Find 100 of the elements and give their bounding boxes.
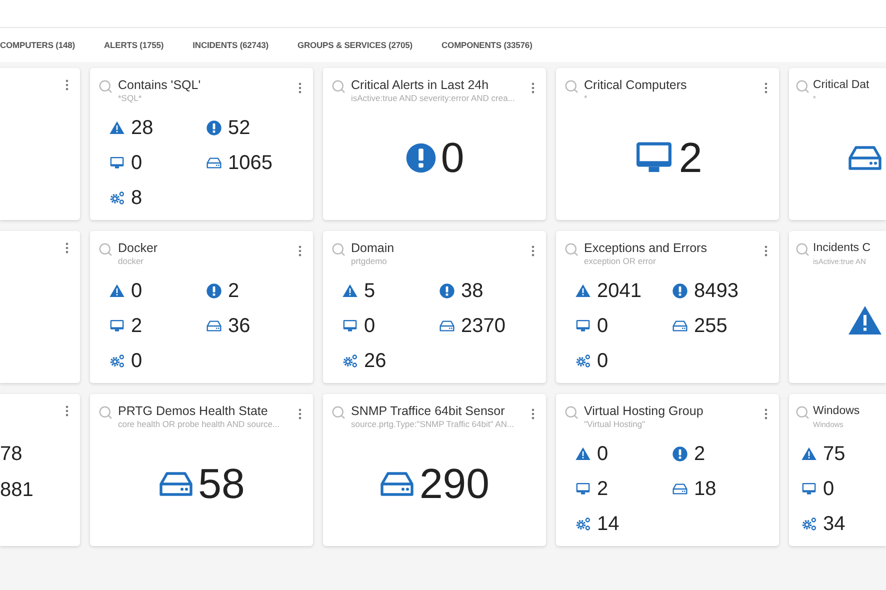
card-title: Exceptions and Errors bbox=[584, 240, 707, 256]
category-tab[interactable]: COMPONENTS (33576) bbox=[442, 38, 532, 52]
gears-icon bbox=[109, 190, 125, 206]
monitor-icon bbox=[109, 318, 125, 334]
count-value: 52 bbox=[228, 116, 250, 140]
exclamation-circle-icon bbox=[206, 120, 222, 136]
search-icon bbox=[795, 79, 810, 94]
count-value: 0 bbox=[597, 442, 608, 466]
count-value: 2 bbox=[678, 137, 702, 179]
search-icon bbox=[795, 242, 810, 257]
count-value: 290 bbox=[419, 463, 490, 505]
category-tab[interactable]: INCIDENTS (62743) bbox=[192, 38, 268, 52]
count-value: 2 bbox=[228, 278, 240, 304]
monitor-icon bbox=[109, 154, 125, 170]
search-icon bbox=[331, 79, 346, 94]
count-value: 34 bbox=[823, 512, 846, 536]
card-query: exception OR error bbox=[584, 256, 656, 267]
count-value: 2370 bbox=[461, 314, 506, 338]
count-value: 8493 bbox=[694, 278, 738, 304]
card-title: Docker bbox=[118, 240, 158, 256]
count-value: 0 bbox=[131, 150, 142, 176]
count-value: 0 bbox=[597, 314, 608, 338]
card-title: Critical Computers bbox=[584, 77, 687, 93]
count-value: 0 bbox=[440, 137, 464, 179]
card-query: isActive:true AND severity:error AND crea... bbox=[351, 93, 515, 104]
gears-icon bbox=[801, 516, 817, 532]
search-icon bbox=[564, 242, 579, 257]
hard-drive-icon bbox=[206, 318, 222, 334]
monitor-icon bbox=[575, 318, 591, 334]
count-value: 2 bbox=[131, 314, 142, 338]
category-tab[interactable]: GROUPS & SERVICES (2705) bbox=[297, 38, 413, 52]
count-value: 26 bbox=[364, 348, 386, 374]
warning-triangle-icon bbox=[109, 120, 125, 136]
count-value: 36 bbox=[228, 314, 250, 338]
monitor-icon bbox=[342, 318, 358, 334]
count-value: 8 bbox=[131, 186, 142, 210]
card-title: PRTG Demos Health State bbox=[118, 403, 268, 419]
exclamation-circle-icon bbox=[404, 142, 437, 174]
card-title: Domain bbox=[351, 240, 394, 256]
search-icon bbox=[98, 242, 113, 257]
card-query: "Virtual Hosting" bbox=[584, 419, 646, 430]
card-query: core health OR probe health AND source... bbox=[118, 419, 280, 430]
count-value: 2 bbox=[694, 442, 706, 466]
count-value: 5 bbox=[364, 278, 376, 304]
hard-drive-icon bbox=[672, 480, 688, 496]
card-title: Contains 'SQL' bbox=[118, 77, 201, 93]
hard-drive-icon bbox=[672, 318, 688, 334]
exclamation-circle-icon bbox=[672, 282, 688, 298]
exclamation-circle-icon bbox=[439, 282, 455, 298]
search-icon bbox=[98, 405, 113, 420]
card-query: * bbox=[584, 93, 588, 104]
card-query: prtgdemo bbox=[351, 256, 387, 267]
count-value: 2041 bbox=[597, 278, 642, 304]
monitor-icon bbox=[575, 480, 591, 496]
card-title: Critical Dat bbox=[813, 78, 870, 93]
search-icon bbox=[564, 79, 579, 94]
category-tab[interactable]: ALERTS (1755) bbox=[104, 38, 164, 52]
hard-drive-icon bbox=[439, 318, 455, 334]
warning-triangle-icon bbox=[575, 446, 591, 462]
count-value: 75 bbox=[823, 442, 846, 466]
category-tab[interactable]: COMPUTERS (148) bbox=[0, 38, 76, 52]
count-value: 38 bbox=[461, 278, 484, 304]
count-value: 28 bbox=[131, 116, 154, 140]
count-value: 1065 bbox=[228, 150, 272, 176]
gears-icon bbox=[109, 352, 125, 368]
card-title: Incidents C bbox=[813, 241, 871, 256]
exclamation-circle-icon bbox=[206, 282, 222, 298]
gears-icon bbox=[342, 352, 358, 368]
search-icon bbox=[795, 405, 810, 420]
search-icon bbox=[331, 242, 346, 257]
search-icon bbox=[331, 405, 346, 420]
count-value: 255 bbox=[694, 314, 728, 338]
card-query: source.prtg.Type:"SNMP Traffic 64bit" AN... bbox=[351, 419, 514, 430]
count-value: 58 bbox=[198, 463, 245, 505]
gears-icon bbox=[575, 352, 591, 368]
count-value: 0 bbox=[364, 314, 376, 338]
card-title: Virtual Hosting Group bbox=[584, 403, 704, 419]
card-title: Windows bbox=[813, 404, 860, 419]
count-value: 78 bbox=[0, 442, 22, 467]
card-title: Critical Alerts in Last 24h bbox=[351, 77, 489, 93]
count-value: 18 bbox=[694, 476, 716, 502]
warning-triangle-icon bbox=[801, 446, 817, 462]
card-query: docker bbox=[118, 256, 144, 267]
count-value: 0 bbox=[131, 278, 142, 304]
count-value: 2 bbox=[597, 476, 608, 502]
count-value: 881 bbox=[0, 478, 34, 503]
gears-icon bbox=[575, 516, 591, 532]
search-icon bbox=[98, 79, 113, 94]
hard-drive-icon bbox=[206, 154, 222, 170]
warning-triangle-icon bbox=[342, 282, 358, 298]
search-icon bbox=[564, 405, 579, 420]
warning-triangle-icon bbox=[109, 282, 125, 298]
count-value: 0 bbox=[597, 348, 608, 374]
count-value: 0 bbox=[131, 348, 142, 374]
count-value: 14 bbox=[597, 512, 620, 536]
card-query: *SQL* bbox=[118, 93, 142, 104]
exclamation-circle-icon bbox=[672, 446, 688, 462]
warning-triangle-icon bbox=[575, 282, 591, 298]
card-title: SNMP Traffice 64bit Sensor bbox=[351, 403, 505, 419]
monitor-icon bbox=[801, 480, 817, 496]
